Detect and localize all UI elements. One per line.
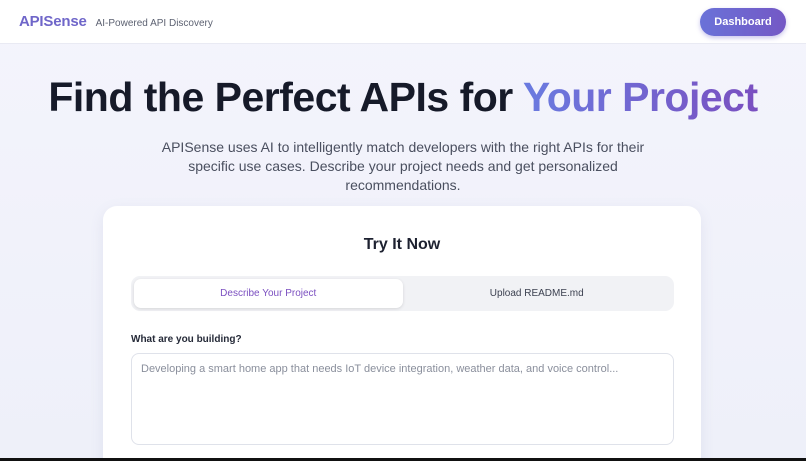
project-field-label: What are you building?	[131, 334, 242, 345]
dashboard-button[interactable]: Dashboard	[700, 7, 786, 36]
card-title: Try It Now	[363, 236, 441, 253]
input-mode-tabs: Describe Your Project Upload README.md	[131, 276, 674, 311]
try-it-card: Try It Now Describe Your Project Upload …	[103, 206, 701, 461]
hero-title-accent: Your Project	[522, 74, 758, 120]
page: APISense AI-Powered API Discovery Dashbo…	[0, 0, 806, 461]
hero-title-main: Find the Perfect APIs for	[48, 74, 523, 120]
top-navbar: APISense AI-Powered API Discovery Dashbo…	[0, 0, 806, 44]
brand-tagline: AI-Powered API Discovery	[95, 18, 213, 29]
brand[interactable]: APISense AI-Powered API Discovery	[19, 13, 213, 30]
hero-subtitle: APISense uses AI to intelligently match …	[161, 139, 645, 193]
tab-upload-readme[interactable]: Upload README.md	[403, 279, 672, 308]
tab-describe-project[interactable]: Describe Your Project	[134, 279, 403, 308]
brand-logo[interactable]: APISense	[19, 13, 87, 30]
project-description-input[interactable]	[131, 353, 674, 445]
hero-title: Find the Perfect APIs for Your Project	[0, 74, 806, 121]
